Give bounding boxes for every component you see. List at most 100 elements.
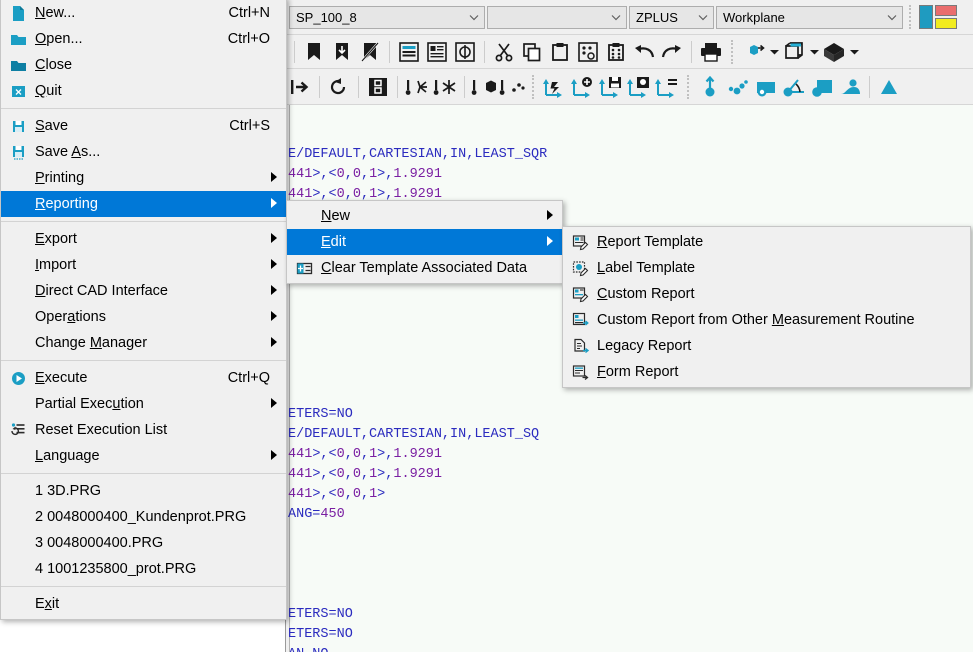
scan-points-icon[interactable] (724, 73, 752, 101)
dimension-add-icon[interactable] (569, 73, 597, 101)
file-menu-item-reset-execution-list[interactable]: Reset Execution List (1, 417, 286, 443)
file-menu-item-save-as[interactable]: Save As... (1, 139, 286, 165)
file-menu-item-close[interactable]: Close (1, 52, 286, 78)
dimension-open-icon[interactable] (625, 73, 653, 101)
file-menu-item-language[interactable]: Language (1, 443, 286, 469)
file-menu-item-operations[interactable]: Operations (1, 304, 286, 330)
plane-icon[interactable] (752, 73, 780, 101)
file-menu-item-exit[interactable]: Exit (1, 591, 286, 617)
vector-point-icon[interactable] (696, 73, 724, 101)
menu-item-label: 4 1001235800_prot.PRG (35, 561, 197, 577)
color-swatch-widget[interactable] (918, 4, 958, 30)
workplane-combo[interactable]: Workplane (716, 5, 903, 29)
dimension-save-icon[interactable] (597, 73, 625, 101)
file-menu-item-direct-cad-interface[interactable]: Direct CAD Interface (1, 278, 286, 304)
edit-menu-item-legacy-report[interactable]: Legacy Report (563, 333, 970, 359)
edit-menu-item-form-report[interactable]: Form Report (563, 359, 970, 385)
edit-menu-item-label-template[interactable]: Label Template (563, 255, 970, 281)
bookmark-down-icon[interactable] (328, 38, 356, 66)
bookmark-icon[interactable] (300, 38, 328, 66)
paste-special-icon[interactable] (574, 38, 602, 66)
code-line: 441>,<0,0,1>,1.9291 (288, 467, 442, 482)
submenu-arrow-icon (271, 283, 277, 299)
more-features-icon[interactable] (875, 73, 903, 101)
angle-icon[interactable] (780, 73, 808, 101)
display-icon[interactable] (364, 73, 392, 101)
edit-menu-item-custom-report-from-other-measurement-routine[interactable]: Custom Report from Other Measurement Rou… (563, 307, 970, 333)
file-menu-item-save[interactable]: Save Ctrl+S (1, 113, 286, 139)
paste-icon[interactable] (546, 38, 574, 66)
file-menu-item-quit[interactable]: Quit (1, 78, 286, 104)
redo-icon[interactable] (658, 38, 686, 66)
swatch-teal[interactable] (919, 5, 933, 29)
menu-item-label: Exit (35, 596, 60, 612)
file-menu-item-execute[interactable]: Execute Ctrl+Q (1, 365, 286, 391)
reporting-menu-item-clear-template-associated-data[interactable]: Clear Template Associated Data (287, 255, 562, 281)
application-window: SP_100_8 ZPLUS Workplane E/DEFAULT,CARTE… (0, 0, 973, 652)
routine-combo[interactable]: SP_100_8 (289, 5, 485, 29)
swatch-red[interactable] (935, 5, 957, 16)
code-line: 441>,<0,0,1> (288, 487, 386, 502)
move-to-icon[interactable] (286, 73, 314, 101)
cut-icon[interactable] (490, 38, 518, 66)
curve-icon[interactable] (836, 73, 864, 101)
swatch-yellow[interactable] (935, 18, 957, 29)
menu-item-label: Import (35, 257, 77, 273)
quick-feature-dropdown-arrow-icon[interactable] (768, 39, 780, 65)
copy-icon[interactable] (518, 38, 546, 66)
report-window-icon[interactable] (423, 38, 451, 66)
print-icon[interactable] (697, 38, 725, 66)
reporting-submenu[interactable]: New Edit Clear Template Associated Data (286, 200, 563, 284)
menu-item-label: Direct CAD Interface (35, 283, 168, 299)
toolbar-grip[interactable] (909, 5, 912, 29)
direction-combo[interactable]: ZPLUS (629, 5, 714, 29)
solid-cube-icon[interactable] (820, 38, 848, 66)
point-cloud-icon[interactable] (498, 73, 526, 101)
submenu-arrow-icon (271, 309, 277, 325)
solid-cube-dropdown-arrow-icon[interactable] (848, 39, 860, 65)
dimension-list-icon[interactable] (653, 73, 681, 101)
file-menu-item-1-3d-prg[interactable]: 1 3D.PRG (1, 478, 286, 504)
feature-combo[interactable] (487, 5, 627, 29)
no-icon (1, 304, 35, 330)
reporting-menu-item-edit[interactable]: Edit (287, 229, 562, 255)
wireframe-cube-icon[interactable] (780, 38, 808, 66)
file-menu-item-printing[interactable]: Printing (1, 165, 286, 191)
no-icon (1, 226, 35, 252)
custom-report-icon (563, 281, 597, 307)
quick-feature-icon[interactable] (740, 38, 768, 66)
contact-feature-icon[interactable] (470, 73, 498, 101)
wireframe-cube-dropdown-arrow-icon[interactable] (808, 39, 820, 65)
rotate-icon[interactable] (325, 73, 353, 101)
no-icon (287, 229, 321, 255)
file-menu-item-reporting[interactable]: Reporting (1, 191, 286, 217)
menu-item-label: Language (35, 448, 100, 464)
reporting-menu-item-new[interactable]: New (287, 203, 562, 229)
clipboard-items-icon[interactable] (602, 38, 630, 66)
no-icon (1, 530, 35, 556)
dimension-icon[interactable] (541, 73, 569, 101)
file-menu-item-export[interactable]: Export (1, 226, 286, 252)
cad-window-icon[interactable] (451, 38, 479, 66)
edit-menu-item-report-template[interactable]: Report Template (563, 229, 970, 255)
file-menu[interactable]: New... Ctrl+N Open... Ctrl+O Close Quit Save Ct… (0, 0, 287, 620)
edit-menu-item-custom-report[interactable]: Custom Report (563, 281, 970, 307)
file-menu-item-new[interactable]: New... Ctrl+N (1, 0, 286, 26)
edit-submenu[interactable]: Report Template Label Template Custom Repo… (562, 226, 971, 388)
auto-feature-icon[interactable] (403, 73, 431, 101)
file-menu-item-3-0048000400-prg[interactable]: 3 0048000400.PRG (1, 530, 286, 556)
square-feature-icon[interactable] (808, 73, 836, 101)
edit-window-icon[interactable] (395, 38, 423, 66)
file-menu-item-partial-execution[interactable]: Partial Execution (1, 391, 286, 417)
file-menu-item-open[interactable]: Open... Ctrl+O (1, 26, 286, 52)
measure-icon[interactable] (431, 73, 459, 101)
bookmark-off-icon[interactable] (356, 38, 384, 66)
file-menu-item-import[interactable]: Import (1, 252, 286, 278)
form-report-icon (563, 359, 597, 385)
file-menu-item-change-manager[interactable]: Change Manager (1, 330, 286, 356)
file-menu-item-2-0048000400-kundenprot-prg[interactable]: 2 0048000400_Kundenprot.PRG (1, 504, 286, 530)
undo-icon[interactable] (630, 38, 658, 66)
file-menu-item-4-1001235800-prot-prg[interactable]: 4 1001235800_prot.PRG (1, 556, 286, 582)
